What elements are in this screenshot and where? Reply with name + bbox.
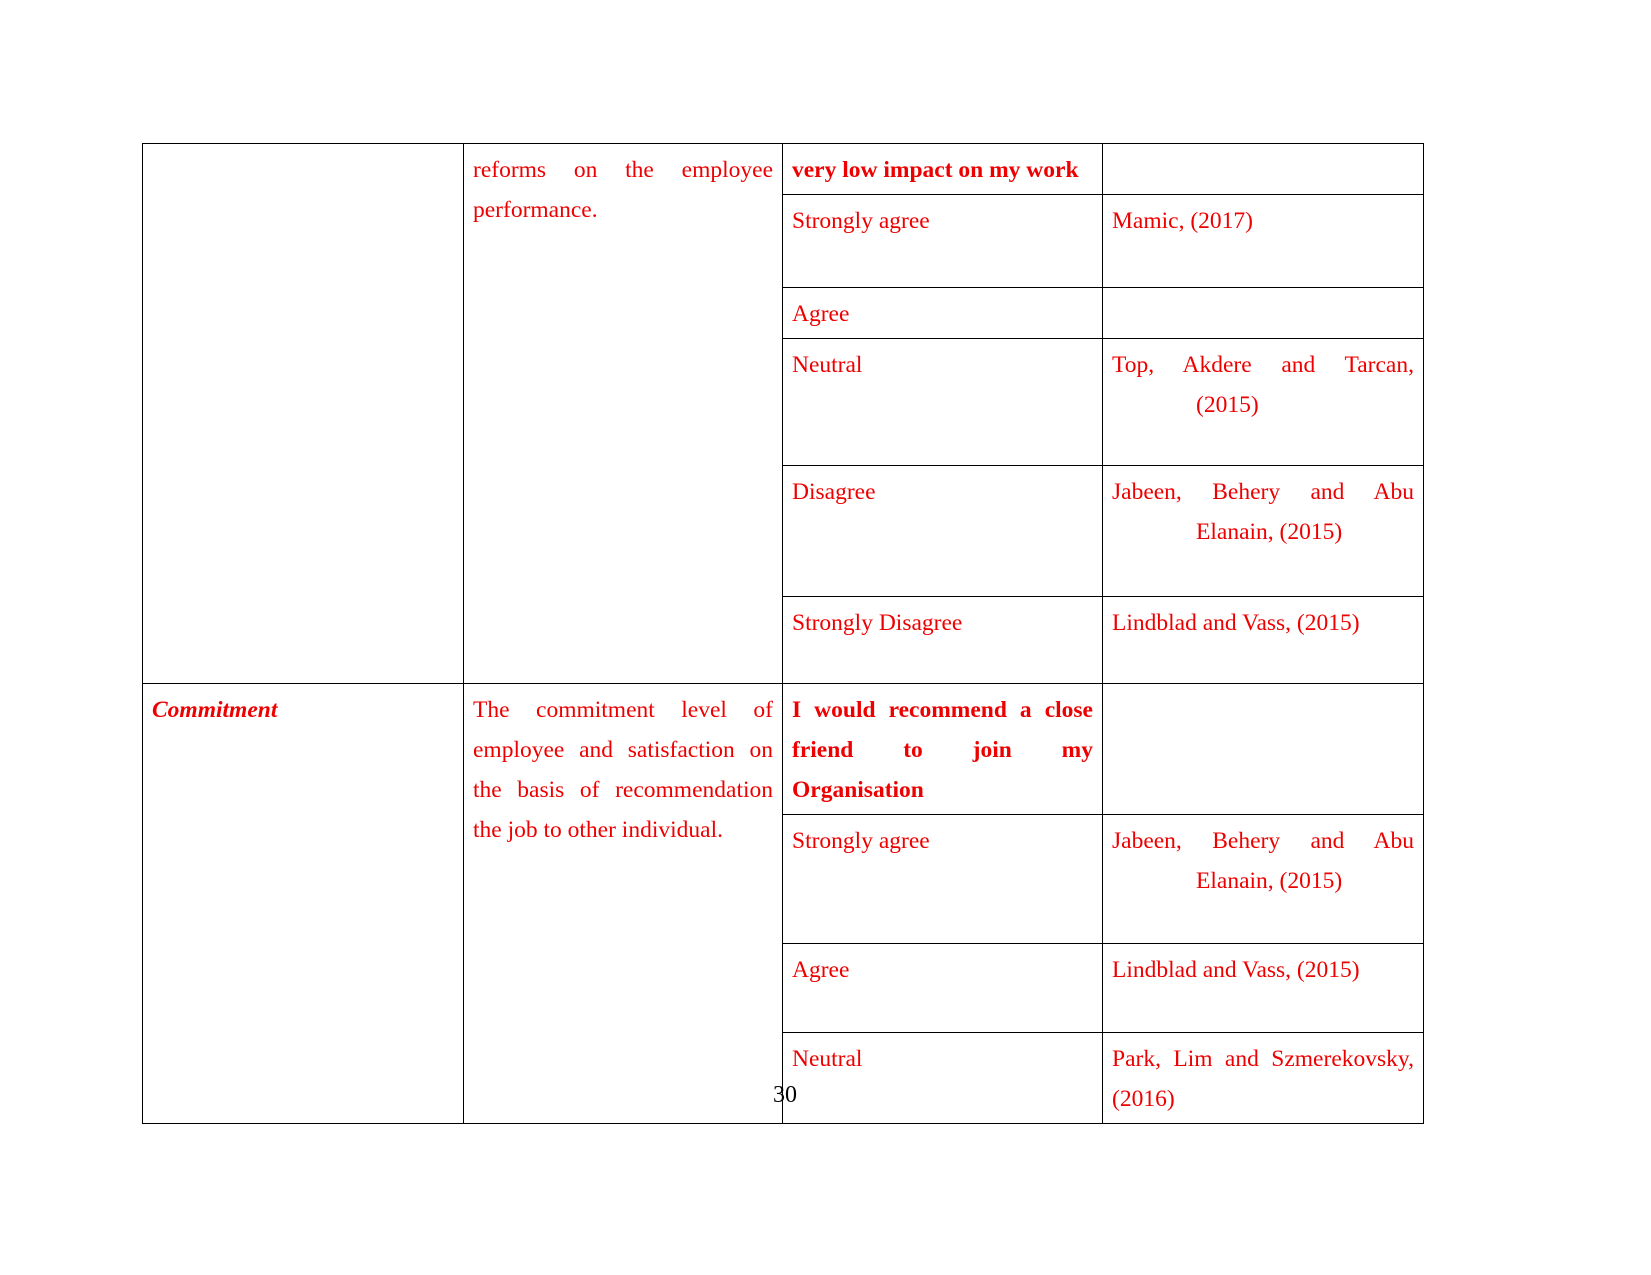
scale-item-label: Agree (792, 957, 850, 983)
scale-item-label-cell: Neutral (782, 1032, 1103, 1124)
source-citation-cell (1102, 287, 1424, 339)
source-citation: Lindblad and Vass, (2015) (1112, 957, 1360, 983)
construct-name-cell-1 (142, 143, 464, 684)
definition-line-1: reforms on the employee (473, 157, 773, 183)
document-page: reforms on the employee performance. ver… (0, 0, 1651, 1275)
definition-line-1: The commitment level of (473, 697, 773, 723)
scale-item-label: Strongly Disagree (792, 610, 963, 636)
scale-item-label-cell: Strongly agree (782, 194, 1103, 288)
source-citation-line-1: Jabeen, Behery and Abu (1112, 479, 1414, 505)
construct-definition-cell-1: reforms on the employee performance. (463, 143, 783, 684)
research-constructs-table: reforms on the employee performance. ver… (142, 143, 1424, 1124)
scale-item-label: Strongly agree (792, 828, 930, 854)
source-citation-line-2: Elanain, (2015) (1196, 519, 1343, 545)
scale-item-label: Neutral (792, 352, 863, 378)
scale-item-label: very low impact on my work (792, 157, 1079, 183)
source-citation-cell (1102, 143, 1424, 195)
scale-item-label-cell: Disagree (782, 465, 1103, 597)
scale-item-label-cell: I would recommend a close friend to join… (782, 683, 1103, 815)
table-row: reforms on the employee performance. ver… (142, 143, 1424, 684)
scale-item-label-cell: Agree (782, 287, 1103, 339)
source-citation-cell: Mamic, (2017) (1102, 194, 1424, 288)
scale-item-label: Strongly agree (792, 208, 930, 234)
source-citation-line-2: (2015) (1196, 392, 1259, 418)
source-citation-cell: Park, Lim and Szmerekovsky, (2016) (1102, 1032, 1424, 1124)
definition-line-4: the job to other individual. (473, 817, 723, 843)
source-citation-cell: Jabeen, Behery and Abu Elanain, (2015) (1102, 465, 1424, 597)
source-citation: Mamic, (2017) (1112, 208, 1253, 234)
scale-item-label: Neutral (792, 1046, 863, 1072)
construct-definition-cell-2: The commitment level of employee and sat… (463, 683, 783, 1124)
source-citation-line-1: Top, Akdere and Tarcan, (1112, 352, 1414, 378)
scale-item-label-cell: Neutral (782, 338, 1103, 466)
scale-item-label-cell: very low impact on my work (782, 143, 1103, 195)
source-citation-cell: Jabeen, Behery and Abu Elanain, (2015) (1102, 814, 1424, 944)
scale-item-label-line-2: friend to join my (792, 737, 1093, 763)
scale-item-label-line-3: Organisation (792, 777, 924, 803)
scale-item-label-cell: Strongly Disagree (782, 596, 1103, 684)
definition-line-2: employee and satisfaction on (473, 737, 773, 763)
scale-item-label-line-1: I would recommend a close (792, 697, 1093, 723)
construct-name-cell-2: Commitment (142, 683, 464, 1124)
scale-item-label: Agree (792, 301, 850, 327)
definition-line-3: the basis of recommendation (473, 777, 773, 803)
source-citation-cell: Top, Akdere and Tarcan, (2015) (1102, 338, 1424, 466)
scale-item-label-cell: Strongly agree (782, 814, 1103, 944)
source-citation-cell (1102, 683, 1424, 815)
source-citation-cell: Lindblad and Vass, (2015) (1102, 943, 1424, 1033)
table-row: Commitment The commitment level of emplo… (142, 683, 1424, 1124)
scale-item-label: Disagree (792, 479, 876, 505)
construct-name-label: Commitment (152, 697, 278, 723)
source-citation-line-2: Elanain, (2015) (1196, 868, 1343, 894)
source-citation: Lindblad and Vass, (2015) (1112, 610, 1360, 636)
source-citation-line-1: Jabeen, Behery and Abu (1112, 828, 1414, 854)
page-number: 30 (773, 1082, 797, 1108)
source-citation-cell: Lindblad and Vass, (2015) (1102, 596, 1424, 684)
scale-item-label-cell: Agree (782, 943, 1103, 1033)
definition-line-2: performance. (473, 197, 598, 223)
source-citation-line-1: Park, Lim and Szmerekovsky, (1112, 1046, 1414, 1072)
